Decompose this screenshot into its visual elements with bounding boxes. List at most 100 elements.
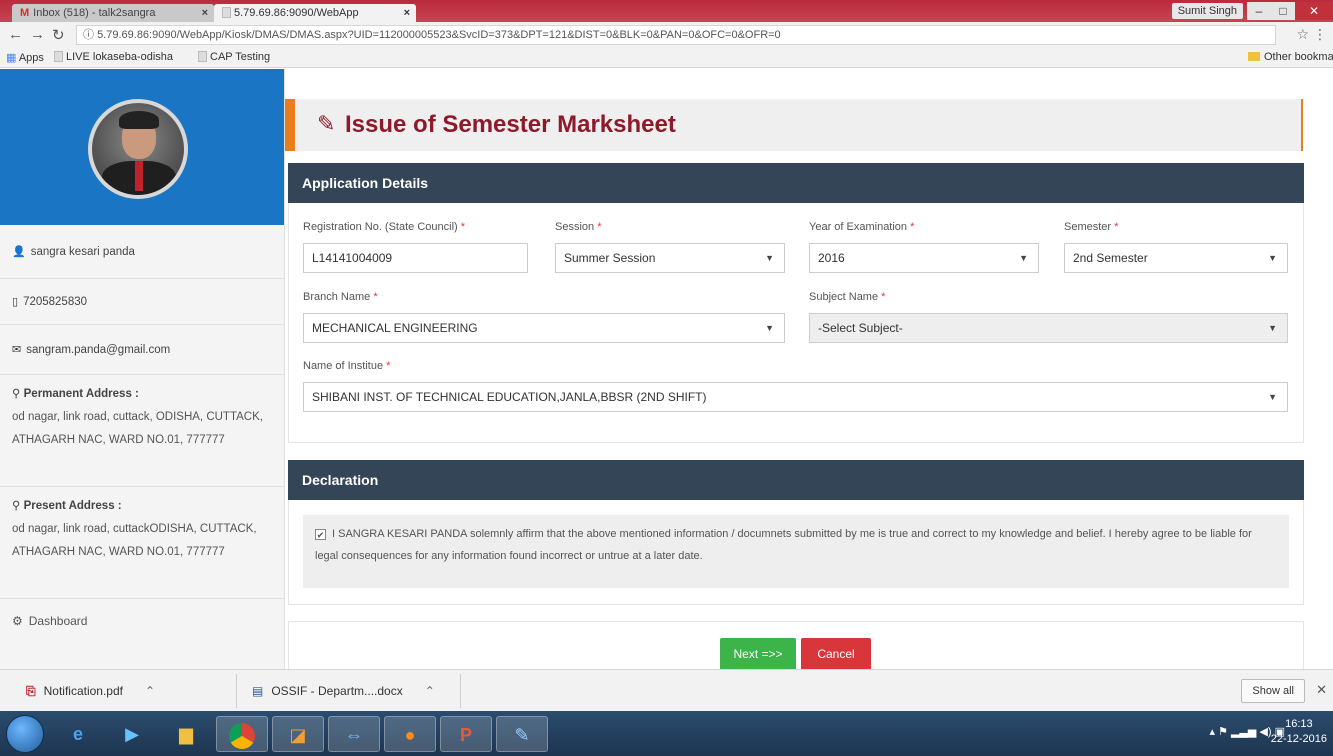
show-all-button[interactable]: Show all bbox=[1241, 679, 1305, 703]
address-bar-row: ← → ↻ ⓘ 5.79.69.86:9090/WebApp/Kiosk/DMA… bbox=[0, 22, 1333, 48]
sidebar-item-label: Dashboard bbox=[28, 614, 88, 628]
tab-close-icon[interactable]: × bbox=[404, 4, 410, 22]
declaration-text: I SANGRA KESARI PANDA solemnly affirm th… bbox=[315, 528, 1252, 562]
main-content: ✎ Issue of Semester Marksheet Applicatio… bbox=[285, 69, 1333, 681]
download-item-docx[interactable]: ▤ OSSIF - Departm....docx ⌃ bbox=[252, 680, 435, 702]
close-icon[interactable]: ✕ bbox=[1316, 682, 1327, 698]
firefox-icon[interactable]: ● bbox=[384, 716, 436, 752]
teamviewer-icon[interactable]: ⇔ bbox=[328, 716, 380, 752]
gmail-icon: M bbox=[20, 7, 30, 19]
present-address-block: ⚲ Present Address : od nagar, link road,… bbox=[0, 487, 284, 599]
institute-select[interactable]: SHIBANI INST. OF TECHNICAL EDUCATION,JAN… bbox=[303, 382, 1288, 412]
chevron-down-icon: ▼ bbox=[1268, 253, 1277, 263]
browser-user-chip[interactable]: Sumit Singh bbox=[1171, 3, 1243, 19]
tab-inbox[interactable]: M Inbox (518) - talk2sangra × bbox=[12, 4, 214, 22]
profile-header bbox=[0, 69, 284, 225]
chevron-down-icon: ▼ bbox=[1268, 323, 1277, 333]
bookmark-lokaseba[interactable]: LIVE lokaseba-odisha bbox=[54, 51, 173, 63]
maximize-icon[interactable]: □ bbox=[1271, 2, 1295, 20]
map-marker-icon: ⚲ bbox=[12, 500, 24, 512]
outlook-icon[interactable]: ◪ bbox=[272, 716, 324, 752]
clock-time: 16:13 bbox=[1285, 718, 1313, 730]
bookmark-apps[interactable]: ▦ Apps bbox=[6, 51, 44, 64]
page-icon bbox=[222, 7, 231, 18]
application-details-panel: Registration No. (State Council) * L1414… bbox=[288, 203, 1304, 443]
forward-icon[interactable]: → bbox=[30, 26, 45, 43]
cancel-button[interactable]: Cancel bbox=[801, 638, 871, 670]
declaration-panel: ✔ I SANGRA KESARI PANDA solemnly affirm t… bbox=[288, 500, 1304, 605]
profile-name-row: 👤 sangra kesari panda bbox=[0, 225, 284, 279]
url-text: 5.79.69.86:9090/WebApp/Kiosk/DMAS/DMAS.a… bbox=[97, 29, 781, 41]
paint-icon[interactable]: ✎ bbox=[496, 716, 548, 752]
folder-icon bbox=[1248, 52, 1260, 61]
tab-webapp-label: 5.79.69.86:9090/WebApp bbox=[234, 7, 359, 19]
download-item-pdf[interactable]: ⎘ Notification.pdf ⌃ bbox=[26, 680, 155, 702]
envelope-icon: ✉ bbox=[12, 344, 22, 356]
internet-explorer-icon[interactable]: e bbox=[52, 716, 104, 752]
session-select[interactable]: Summer Session ▼ bbox=[555, 243, 785, 273]
permanent-address-block: ⚲ Permanent Address : od nagar, link roa… bbox=[0, 375, 284, 487]
sidebar-item-dashboard[interactable]: ⚙ Dashboard bbox=[0, 599, 284, 643]
page-icon bbox=[198, 51, 207, 62]
map-marker-icon: ⚲ bbox=[12, 388, 24, 400]
mobile-icon: ▯ bbox=[12, 296, 19, 308]
bookmark-star-icon[interactable]: ☆ bbox=[1296, 26, 1309, 43]
clock-date: 22-12-2016 bbox=[1270, 733, 1327, 745]
bookmark-cap-testing[interactable]: CAP Testing bbox=[198, 51, 270, 63]
download-shelf: ⎘ Notification.pdf ⌃ ▤ OSSIF - Departm....d… bbox=[0, 669, 1333, 711]
declaration-checkbox[interactable]: ✔ bbox=[315, 529, 326, 540]
present-address-text: od nagar, link road, cuttackODISHA, CUTT… bbox=[12, 523, 257, 558]
profile-name: sangra kesari panda bbox=[30, 245, 135, 258]
profile-email: sangram.panda@gmail.com bbox=[26, 343, 171, 356]
session-label: Session * bbox=[555, 221, 602, 233]
menu-kebab-icon[interactable]: ⋮ bbox=[1313, 26, 1327, 43]
semester-select[interactable]: 2nd Semester ▼ bbox=[1064, 243, 1288, 273]
subject-label: Subject Name * bbox=[809, 291, 886, 303]
info-icon[interactable]: ⓘ bbox=[83, 29, 97, 41]
year-select[interactable]: 2016 ▼ bbox=[809, 243, 1039, 273]
chrome-icon[interactable] bbox=[216, 716, 268, 752]
registration-input[interactable]: L14141004009 bbox=[303, 243, 528, 273]
declaration-box: ✔ I SANGRA KESARI PANDA solemnly affirm t… bbox=[303, 515, 1289, 588]
application-details-header: Application Details bbox=[288, 163, 1304, 203]
file-explorer-icon[interactable]: ▆ bbox=[160, 716, 212, 752]
chevron-up-icon[interactable]: ⌃ bbox=[145, 684, 155, 698]
declaration-header: Declaration bbox=[288, 460, 1304, 500]
apps-grid-icon: ▦ bbox=[6, 52, 19, 64]
pdf-icon: ⎘ bbox=[26, 684, 36, 698]
edit-icon: ✎ bbox=[317, 111, 336, 136]
url-input[interactable]: ⓘ 5.79.69.86:9090/WebApp/Kiosk/DMAS/DMAS… bbox=[76, 25, 1276, 45]
other-bookmarks[interactable]: Other bookmarks bbox=[1248, 51, 1333, 63]
permanent-address-text: od nagar, link road, cuttack, ODISHA, CU… bbox=[12, 411, 263, 446]
minimize-icon[interactable]: ‒ bbox=[1247, 2, 1271, 20]
tab-webapp[interactable]: 5.79.69.86:9090/WebApp × bbox=[214, 4, 416, 22]
reg-label: Registration No. (State Council) * bbox=[303, 221, 466, 233]
branch-select[interactable]: MECHANICAL ENGINEERING ▼ bbox=[303, 313, 785, 343]
windows-taskbar: e ▶ ▆ ◪ ⇔ ● P ✎ ▴ ⚑ ▂▃▅ ◀) ▣ 16:13 22-12… bbox=[0, 711, 1333, 756]
reload-icon[interactable]: ↻ bbox=[52, 26, 65, 44]
system-clock[interactable]: 16:13 22-12-2016 bbox=[1271, 717, 1327, 747]
user-icon: 👤 bbox=[12, 246, 26, 258]
profile-phone-row: ▯ 7205825830 bbox=[0, 279, 284, 325]
tab-close-icon[interactable]: × bbox=[202, 4, 208, 22]
next-button[interactable]: Next =>> bbox=[720, 638, 796, 670]
start-button[interactable] bbox=[6, 715, 44, 753]
chevron-up-icon[interactable]: ⌃ bbox=[425, 684, 435, 698]
powerpoint-icon[interactable]: P bbox=[440, 716, 492, 752]
chevron-down-icon: ▼ bbox=[765, 253, 774, 263]
chevron-down-icon: ▼ bbox=[1019, 253, 1028, 263]
bookmarks-bar: ▦ Apps LIVE lokaseba-odisha CAP Testing … bbox=[0, 48, 1333, 68]
dashboard-icon: ⚙ bbox=[12, 614, 23, 628]
chevron-down-icon: ▼ bbox=[1268, 392, 1277, 402]
profile-email-row: ✉ sangram.panda@gmail.com bbox=[0, 325, 284, 375]
profile-sidebar: 👤 sangra kesari panda ▯ 7205825830 ✉ sangra… bbox=[0, 69, 285, 669]
window-close-icon[interactable]: ✕ bbox=[1295, 2, 1333, 20]
present-address-title: Present Address : bbox=[23, 500, 122, 512]
doc-icon: ▤ bbox=[252, 684, 264, 698]
year-label: Year of Examination * bbox=[809, 221, 915, 233]
subject-select[interactable]: -Select Subject- ▼ bbox=[809, 313, 1288, 343]
media-player-icon[interactable]: ▶ bbox=[106, 716, 158, 752]
back-icon[interactable]: ← bbox=[8, 26, 23, 43]
semester-label: Semester * bbox=[1064, 221, 1119, 233]
tab-inbox-label: Inbox (518) - talk2sangra bbox=[33, 7, 156, 19]
